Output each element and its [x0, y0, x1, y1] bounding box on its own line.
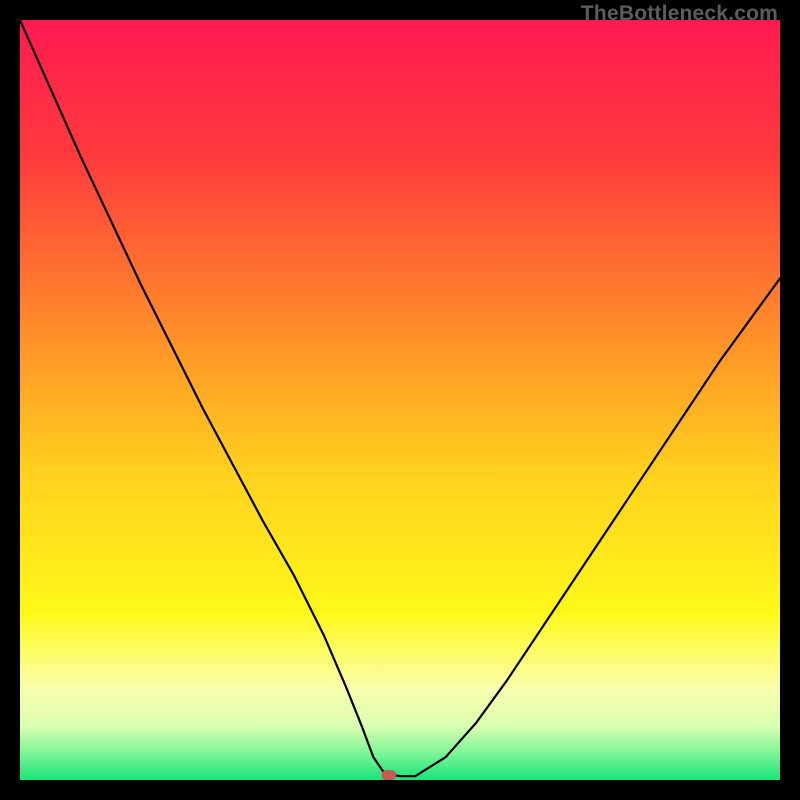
watermark-text: TheBottleneck.com — [581, 2, 778, 26]
bottleneck-curve — [20, 20, 780, 780]
chart-frame: TheBottleneck.com — [0, 0, 800, 800]
plot-area — [20, 20, 780, 780]
optimum-marker — [381, 770, 396, 780]
